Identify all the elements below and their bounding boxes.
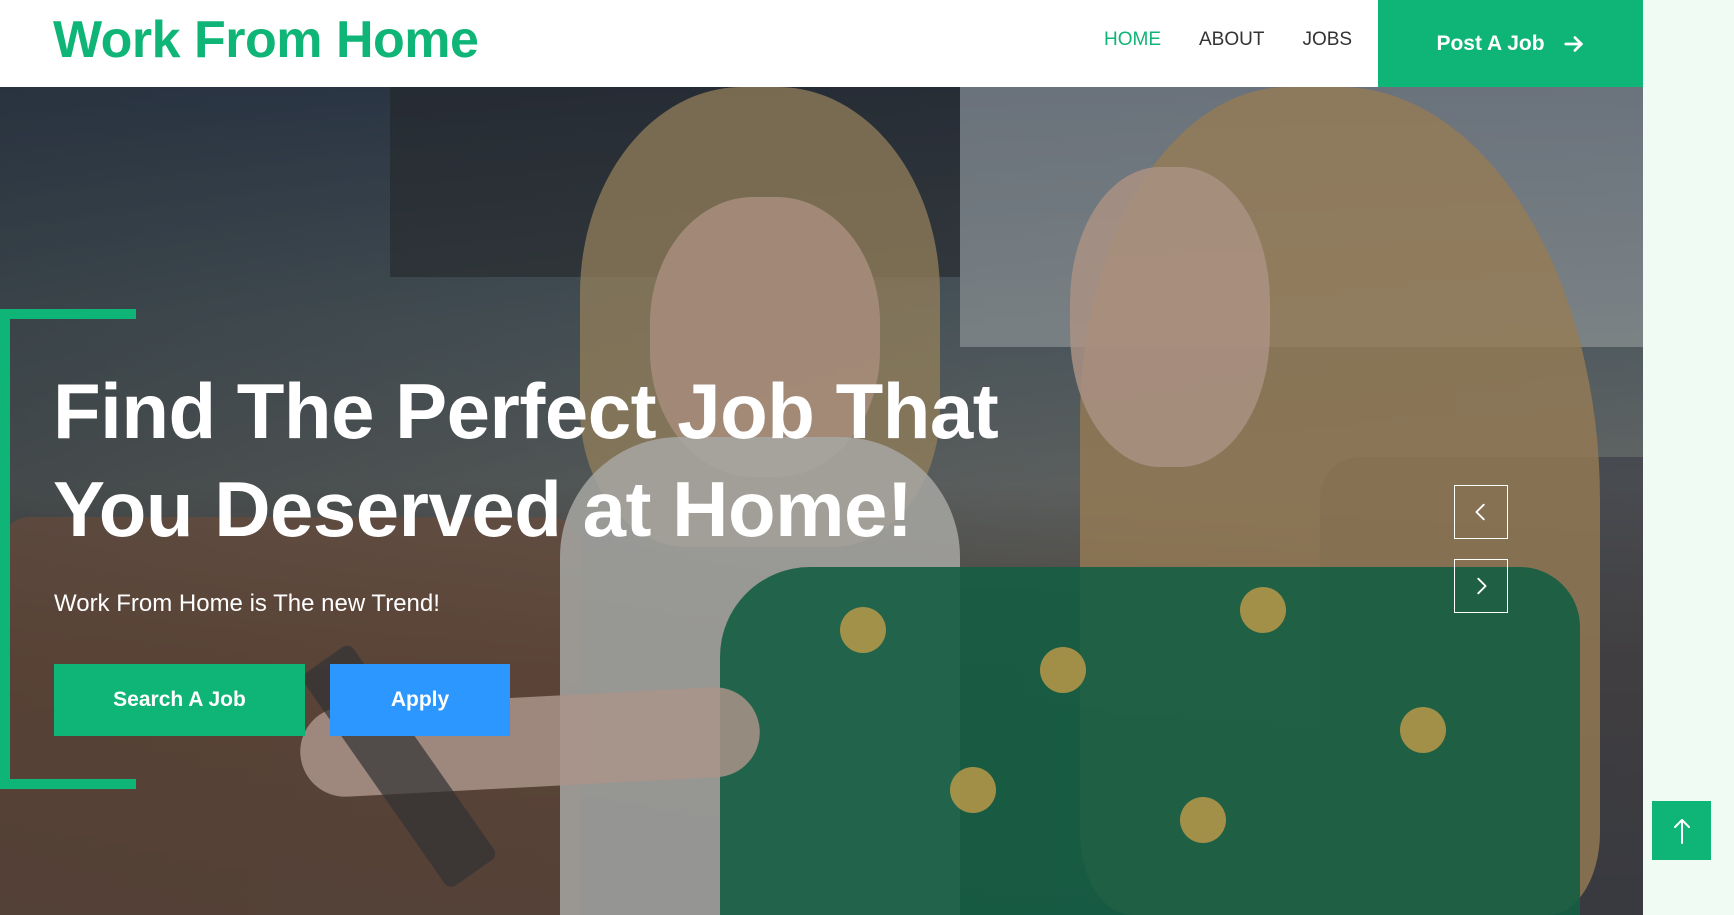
arrow-up-icon	[1673, 818, 1690, 844]
hero-section: Find The Perfect Job That You Deserved a…	[0, 87, 1643, 915]
search-job-button[interactable]: Search A Job	[54, 664, 305, 736]
hero-title-line-2: You Deserved at Home!	[53, 465, 913, 553]
post-job-button[interactable]: Post A Job	[1378, 0, 1643, 87]
site-logo[interactable]: Work From Home	[53, 10, 479, 70]
apply-button[interactable]: Apply	[330, 664, 510, 736]
main-nav: HOME ABOUT JOBS	[1104, 28, 1352, 52]
chevron-right-icon	[1477, 577, 1487, 595]
chevron-left-icon	[1475, 503, 1485, 521]
nav-jobs[interactable]: JOBS	[1302, 28, 1352, 52]
site-header: Work From Home HOME ABOUT JOBS Post A Jo…	[0, 0, 1643, 87]
hero-title-line-1: Find The Perfect Job That	[53, 367, 999, 455]
hero-subtitle: Work From Home is The new Trend!	[54, 590, 440, 617]
arrow-right-icon	[1563, 35, 1583, 52]
page: Work From Home HOME ABOUT JOBS Post A Jo…	[0, 0, 1643, 915]
hero-title: Find The Perfect Job That You Deserved a…	[53, 362, 1103, 558]
carousel-next-button[interactable]	[1454, 559, 1508, 613]
nav-about[interactable]: ABOUT	[1199, 28, 1264, 52]
carousel-prev-button[interactable]	[1454, 485, 1508, 539]
nav-home[interactable]: HOME	[1104, 28, 1161, 52]
post-job-label: Post A Job	[1436, 31, 1545, 55]
back-to-top-button[interactable]	[1652, 801, 1711, 860]
